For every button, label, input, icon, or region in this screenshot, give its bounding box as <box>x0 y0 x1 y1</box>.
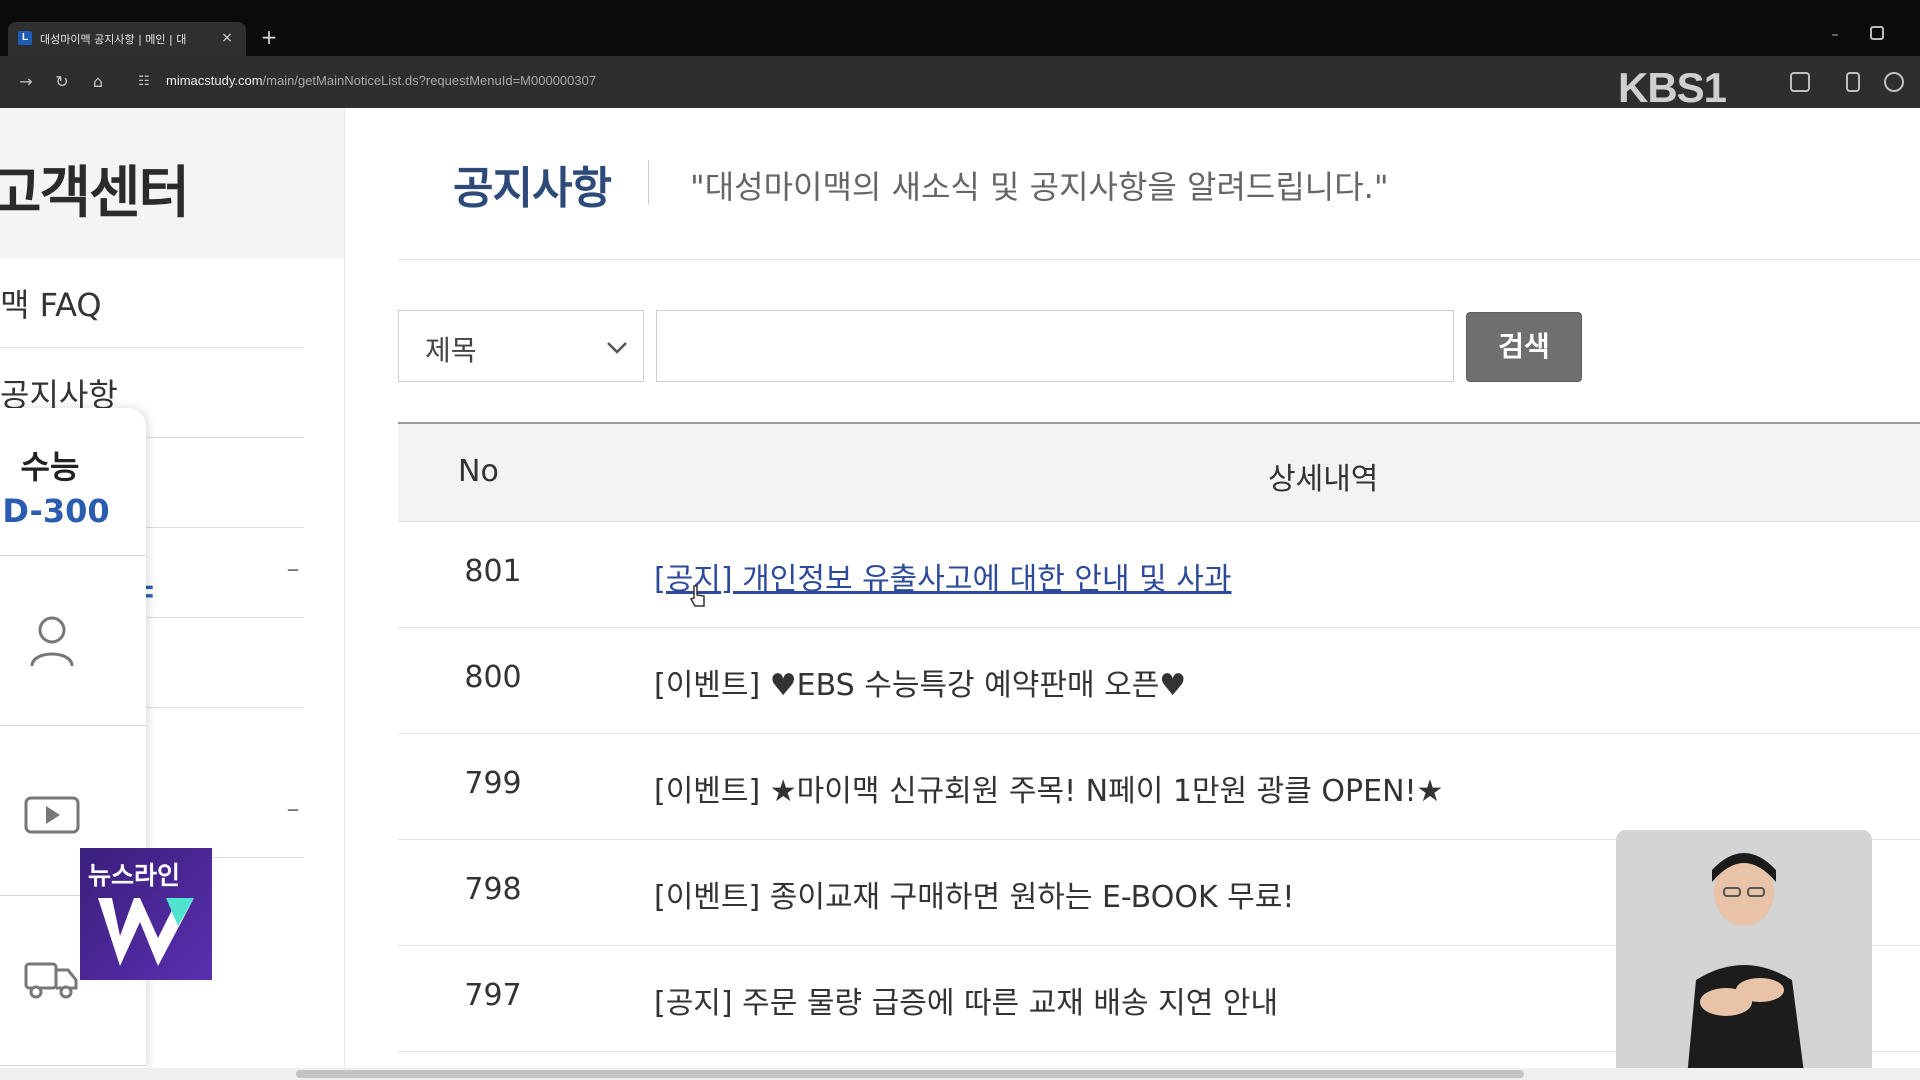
sign-language-interpreter-video <box>1616 830 1872 1080</box>
column-header-no: No <box>458 454 499 489</box>
hand-pointer-cursor-icon <box>689 585 705 607</box>
row-number: 797 <box>464 978 522 1013</box>
row-title-link[interactable]: [이벤트] ★마이맥 신규회원 주목! N페이 1만원 광클 OPEN!★ <box>654 766 1754 809</box>
newsline-badge: 뉴스라인 <box>80 848 212 980</box>
url-host: mimacstudy.com <box>166 73 263 88</box>
site-info-icon[interactable]: ☷ <box>134 72 154 92</box>
tab-close-icon[interactable]: × <box>218 29 236 47</box>
site-favicon-icon: L <box>18 31 32 45</box>
row-number: 798 <box>464 872 522 907</box>
table-row[interactable]: 799 [이벤트] ★마이맥 신규회원 주목! N페이 1만원 광클 OPEN!… <box>398 734 1920 840</box>
horizontal-scrollbar[interactable] <box>0 1068 1920 1080</box>
kbs1-broadcast-logo: KBS1 <box>1618 64 1727 111</box>
collapse-toggle-icon[interactable]: – <box>282 556 304 582</box>
quick-menu-mypage[interactable] <box>0 556 146 726</box>
page-content: 고객센터 맥 FAQ 공지사항 – – ㅑ 수능 D-300 <box>0 108 1920 1080</box>
window-minimize-button[interactable]: – <box>1824 24 1846 46</box>
page-subtitle: "대성마이맥의 새소식 및 공지사항을 알려드립니다." <box>690 168 1389 206</box>
home-icon[interactable]: ⌂ <box>86 70 110 94</box>
forward-arrow-icon[interactable]: → <box>14 70 38 94</box>
horizontal-scroll-thumb[interactable] <box>296 1070 1524 1078</box>
window-restore-button[interactable] <box>1870 26 1884 40</box>
reload-icon[interactable]: ↻ <box>50 70 74 94</box>
search-field-select-value: 제목 <box>425 334 477 367</box>
interpreter-figure <box>1616 830 1872 1080</box>
column-header-detail: 상세내역 <box>1268 462 1379 497</box>
row-title-link[interactable]: [이벤트] 종이교재 구매하면 원하는 E-BOOK 무료! <box>654 872 1754 915</box>
row-title-link[interactable]: [공지] 개인정보 유출사고에 대한 안내 및 사과 <box>654 554 1754 597</box>
new-tab-button[interactable]: + <box>258 26 280 48</box>
address-bar[interactable]: mimacstudy.com/main/getMainNoticeList.ds… <box>166 73 866 93</box>
truck-icon <box>24 962 78 999</box>
play-icon <box>24 796 80 834</box>
sidebar-item-faq[interactable]: 맥 FAQ <box>0 258 304 348</box>
collapse-toggle-icon[interactable]: – <box>282 796 304 822</box>
dday-value: D-300 <box>2 492 110 530</box>
newsline-label: 뉴스라인 <box>88 861 181 890</box>
row-number: 801 <box>464 554 522 589</box>
title-divider <box>648 160 649 204</box>
search-bar: 제목 검색 <box>398 310 1598 384</box>
table-row[interactable]: 800 [이벤트] ♥EBS 수능특강 예약판매 오픈♥ <box>398 628 1920 734</box>
table-row[interactable]: 801 [공지] 개인정보 유출사고에 대한 안내 및 사과 <box>398 522 1920 628</box>
sidebar-item-label: 공지사항 <box>0 376 118 414</box>
browser-tab[interactable]: L 대성마이맥 공지사항 | 메인 | 대 × <box>8 22 246 56</box>
row-number: 800 <box>464 660 522 695</box>
tab-title: 대성마이맥 공지사항 | 메인 | 대 <box>40 33 187 46</box>
page-header: 공지사항 "대성마이맥의 새소식 및 공지사항을 알려드립니다." <box>398 108 1920 260</box>
browser-tab-bar: L 대성마이맥 공지사항 | 메인 | 대 × + – <box>0 0 1920 56</box>
row-title-link[interactable]: [이벤트] ♥EBS 수능특강 예약판매 오픈♥ <box>654 660 1754 703</box>
side-panel-icon[interactable] <box>1846 72 1860 92</box>
sidebar-title: 고객센터 <box>0 161 190 226</box>
chevron-down-icon <box>607 342 627 354</box>
newsline-w-logo <box>98 898 194 966</box>
extensions-icon[interactable] <box>1790 72 1810 92</box>
user-icon <box>30 616 74 667</box>
url-path: /main/getMainNoticeList.ds?requestMenuId… <box>262 73 597 88</box>
search-field-select[interactable]: 제목 <box>398 310 644 382</box>
row-title-link[interactable]: [공지] 주문 물량 급증에 따른 교재 배송 지연 안내 <box>654 978 1754 1021</box>
dday-label: 수능 <box>20 448 80 486</box>
search-input[interactable] <box>656 310 1454 382</box>
page-title: 공지사항 <box>453 163 612 214</box>
sidebar-header: 고객센터 <box>0 108 344 258</box>
dday-counter: 수능 D-300 <box>0 408 146 556</box>
search-button[interactable]: 검색 <box>1466 312 1582 382</box>
sidebar-item-label: 맥 FAQ <box>0 286 102 324</box>
table-header: No 상세내역 <box>398 422 1920 522</box>
profile-avatar-icon[interactable] <box>1884 72 1904 92</box>
row-number: 799 <box>464 766 522 801</box>
